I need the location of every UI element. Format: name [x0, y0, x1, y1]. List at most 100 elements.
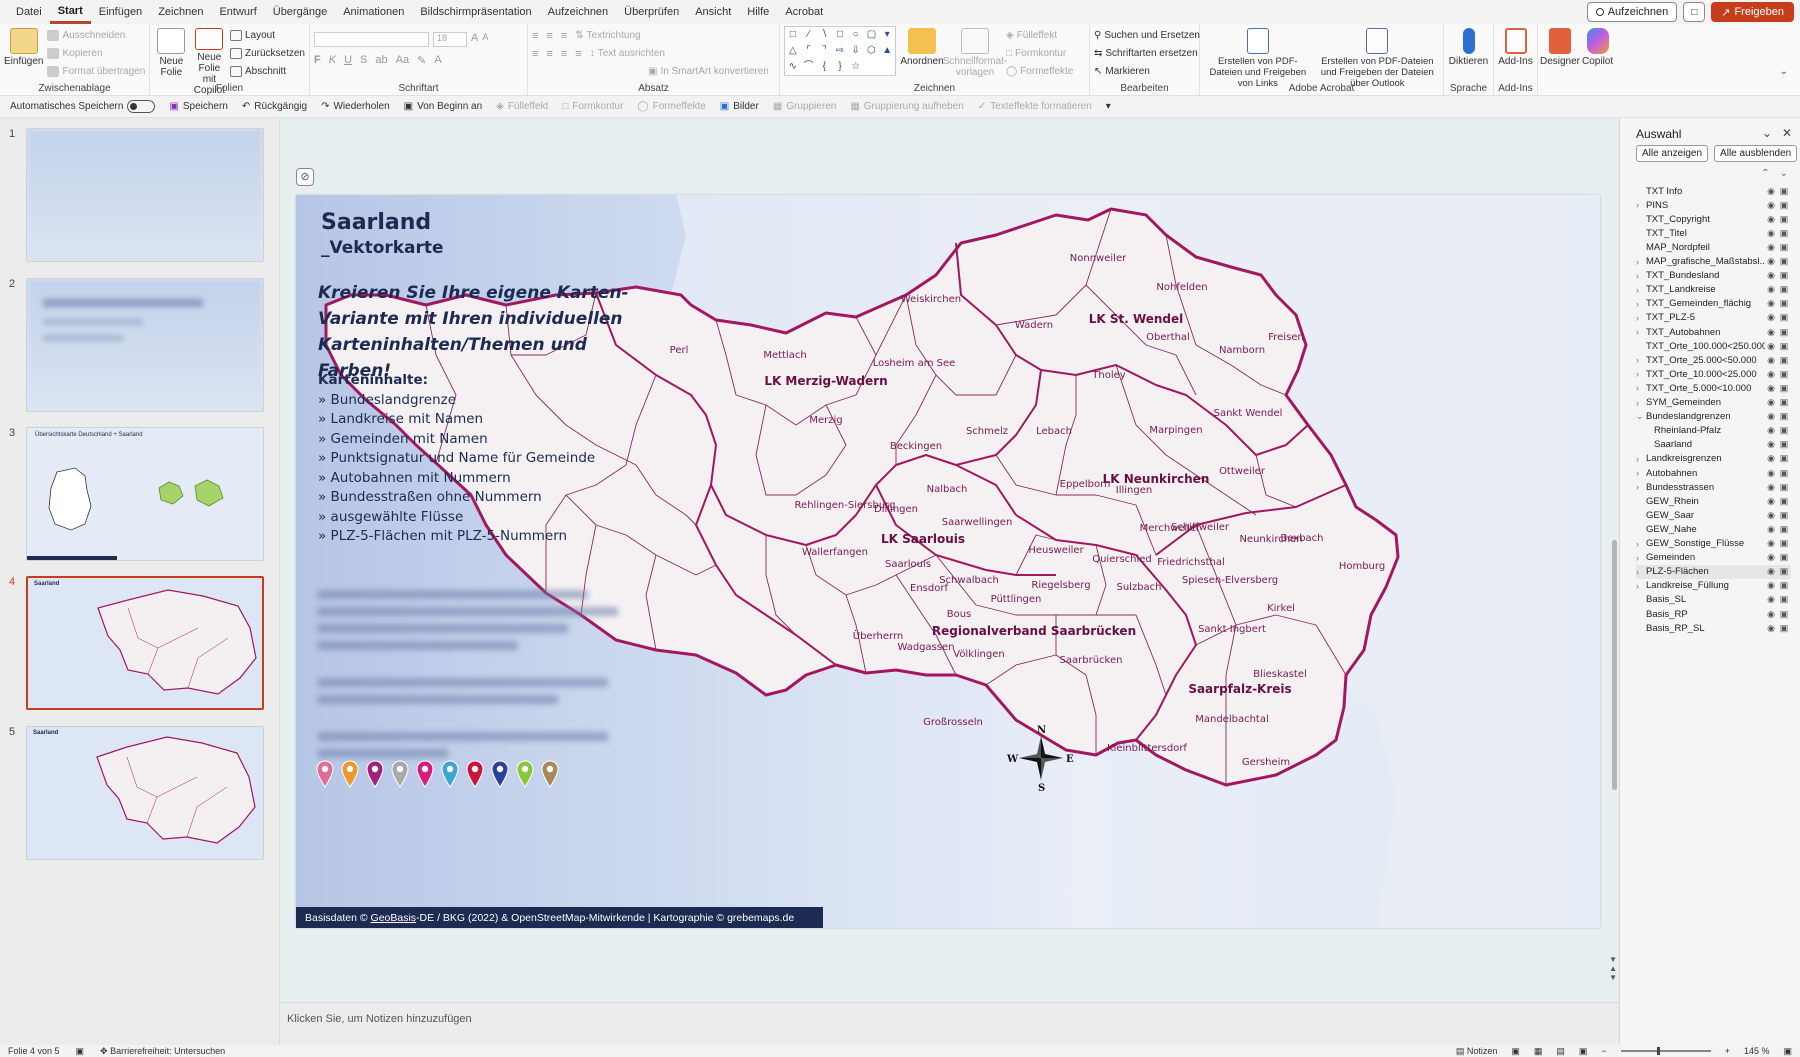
reset-button[interactable]: Zurücksetzen [229, 46, 305, 61]
lock-icon[interactable]: ▣ [1777, 214, 1791, 225]
spacing-icon[interactable]: ab [375, 54, 387, 67]
menu-tab[interactable]: Zeichnen [150, 0, 211, 24]
visibility-eye-icon[interactable]: ◉ [1765, 510, 1777, 521]
shape-star-icon[interactable]: ☆ [848, 59, 864, 75]
undo-button[interactable]: ↶ Rückgängig [242, 101, 307, 112]
lock-icon[interactable]: ▣ [1777, 341, 1791, 352]
font-family-box[interactable] [314, 32, 429, 47]
shape-brace2-icon[interactable]: } [832, 59, 848, 75]
shape-curve-icon[interactable]: ∿ [785, 59, 801, 75]
layer-item[interactable]: ⌄ Bundeslandgrenzen ◉ ▣ [1636, 410, 1791, 424]
visibility-eye-icon[interactable]: ◉ [1765, 242, 1777, 253]
menu-tab[interactable]: Start [49, 1, 91, 24]
lock-icon[interactable]: ▣ [1777, 439, 1791, 450]
send-backward-icon[interactable]: ⌄ [1780, 168, 1788, 179]
align-right-icon[interactable]: ≡ [561, 48, 567, 60]
shape-down-icon[interactable]: ⇩ [848, 43, 864, 59]
lock-icon[interactable]: ▣ [1777, 270, 1791, 281]
shape-outline-button[interactable]: □ Formkontur [1006, 46, 1073, 61]
lock-icon[interactable]: ▣ [1777, 524, 1791, 535]
qat-customize-button[interactable]: ▾ [1106, 101, 1111, 112]
layer-item[interactable]: › TXT_Orte_10.000<25.000 ◉ ▣ [1636, 367, 1791, 381]
map-pin-icon[interactable] [491, 760, 509, 788]
shape-arrow-icon[interactable]: ⇨ [832, 43, 848, 59]
font-size-box[interactable]: 18 [433, 32, 467, 47]
spellcheck-icon[interactable]: ▣ [76, 1046, 85, 1057]
layer-item[interactable]: Saarland ◉ ▣ [1636, 438, 1791, 452]
case-icon[interactable]: Aa [396, 54, 409, 67]
format-painter-button[interactable]: Format übertragen [47, 64, 145, 79]
reading-view-icon[interactable]: ▤ [1556, 1046, 1565, 1057]
visibility-eye-icon[interactable]: ◉ [1765, 609, 1777, 620]
share-button[interactable]: ↗ Freigeben [1711, 2, 1794, 22]
expand-chevron-icon[interactable]: › [1636, 398, 1646, 408]
canvas-scrollbar[interactable] [1612, 540, 1617, 790]
lock-icon[interactable]: ▣ [1777, 284, 1791, 295]
shape-oval-icon[interactable]: ○ [848, 27, 864, 43]
content-list[interactable]: Karteninhalte: » Bundeslandgrenze » Land… [318, 371, 595, 547]
visibility-eye-icon[interactable]: ◉ [1765, 369, 1777, 380]
lock-icon[interactable]: ▣ [1777, 327, 1791, 338]
cut-button[interactable]: Ausschneiden [47, 28, 145, 43]
strike-icon[interactable]: S [360, 54, 367, 67]
visibility-eye-icon[interactable]: ◉ [1765, 552, 1777, 563]
expand-chevron-icon[interactable]: › [1636, 553, 1646, 563]
lock-icon[interactable]: ▣ [1777, 496, 1791, 507]
visibility-eye-icon[interactable]: ◉ [1765, 439, 1777, 450]
notes-pane[interactable]: Klicken Sie, um Notizen hinzuzufügen [281, 1002, 1619, 1045]
lock-icon[interactable]: ▣ [1777, 186, 1791, 197]
visibility-eye-icon[interactable]: ◉ [1765, 327, 1777, 338]
shape-brace-icon[interactable]: { [816, 59, 832, 75]
shape-line-icon[interactable]: ∕ [801, 27, 817, 43]
sorter-view-icon[interactable]: ▦ [1534, 1046, 1543, 1057]
expand-chevron-icon[interactable]: › [1636, 567, 1646, 577]
visibility-eye-icon[interactable]: ◉ [1765, 397, 1777, 408]
comments-button[interactable]: □ [1683, 2, 1706, 22]
text-effects-button[interactable]: ✓ Texteffekte formatieren [978, 101, 1092, 112]
lock-icon[interactable]: ▣ [1777, 453, 1791, 464]
layer-item[interactable]: GEW_Rhein ◉ ▣ [1636, 494, 1791, 508]
align-center-icon[interactable]: ≡ [546, 48, 552, 60]
lock-icon[interactable]: ▣ [1777, 369, 1791, 380]
visibility-eye-icon[interactable]: ◉ [1765, 298, 1777, 309]
layout-button[interactable]: Layout [229, 28, 305, 43]
layer-item[interactable]: › PLZ-5-Flächen ◉ ▣ [1636, 564, 1791, 579]
text-direction-button[interactable]: ⇅ Textrichtung [575, 28, 640, 43]
visibility-eye-icon[interactable]: ◉ [1765, 566, 1777, 577]
lock-icon[interactable]: ▣ [1777, 383, 1791, 394]
expand-chevron-icon[interactable]: › [1636, 539, 1646, 549]
expand-chevron-icon[interactable]: › [1636, 581, 1646, 591]
map-pin-icon[interactable] [416, 760, 434, 788]
font-color-icon[interactable]: A [434, 54, 441, 67]
menu-tab[interactable]: Acrobat [777, 0, 831, 24]
replace-fonts-button[interactable]: ⇆ Schriftarten ersetzen [1094, 46, 1200, 61]
lock-icon[interactable]: ▣ [1777, 397, 1791, 408]
underline-icon[interactable]: U [344, 54, 352, 67]
group-button[interactable]: ▦ Gruppieren [773, 101, 836, 112]
map-pin-icon[interactable] [441, 760, 459, 788]
thumbnail-slide-4[interactable]: Saarland [26, 576, 264, 710]
visibility-eye-icon[interactable]: ◉ [1765, 256, 1777, 267]
visibility-eye-icon[interactable]: ◉ [1765, 538, 1777, 549]
lock-icon[interactable]: ▣ [1777, 594, 1791, 605]
layer-item[interactable]: › TXT_Orte_5.000<10.000 ◉ ▣ [1636, 381, 1791, 395]
expand-chevron-icon[interactable]: › [1636, 271, 1646, 281]
current-slide[interactable]: LK Merzig-Wadern LK St. Wendel LK Neunkirc… [296, 195, 1600, 928]
lock-icon[interactable]: ▣ [1777, 623, 1791, 634]
expand-chevron-icon[interactable]: › [1636, 468, 1646, 478]
visibility-eye-icon[interactable]: ◉ [1765, 623, 1777, 634]
qat-outline-button[interactable]: □ Formkontur [562, 101, 623, 112]
visibility-eye-icon[interactable]: ◉ [1765, 482, 1777, 493]
lock-icon[interactable]: ▣ [1777, 468, 1791, 479]
map-pin-icon[interactable] [541, 760, 559, 788]
show-all-button[interactable]: Alle anzeigen [1636, 145, 1709, 162]
shape-elbow2-icon[interactable]: ⌝ [816, 43, 832, 59]
thumbnail-slide-1[interactable] [26, 128, 264, 262]
copilot-button[interactable]: Copilot [1582, 26, 1613, 96]
layer-item[interactable]: › Gemeinden ◉ ▣ [1636, 551, 1791, 565]
zoom-level[interactable]: 145 % [1744, 1046, 1770, 1056]
menu-tab[interactable]: Aufzeichnen [540, 0, 617, 24]
italic-icon[interactable]: K [329, 54, 336, 67]
shape-rect-icon[interactable]: □ [785, 27, 801, 43]
layer-item[interactable]: › MAP_grafische_Maßstabsl... ◉ ▣ [1636, 255, 1791, 269]
